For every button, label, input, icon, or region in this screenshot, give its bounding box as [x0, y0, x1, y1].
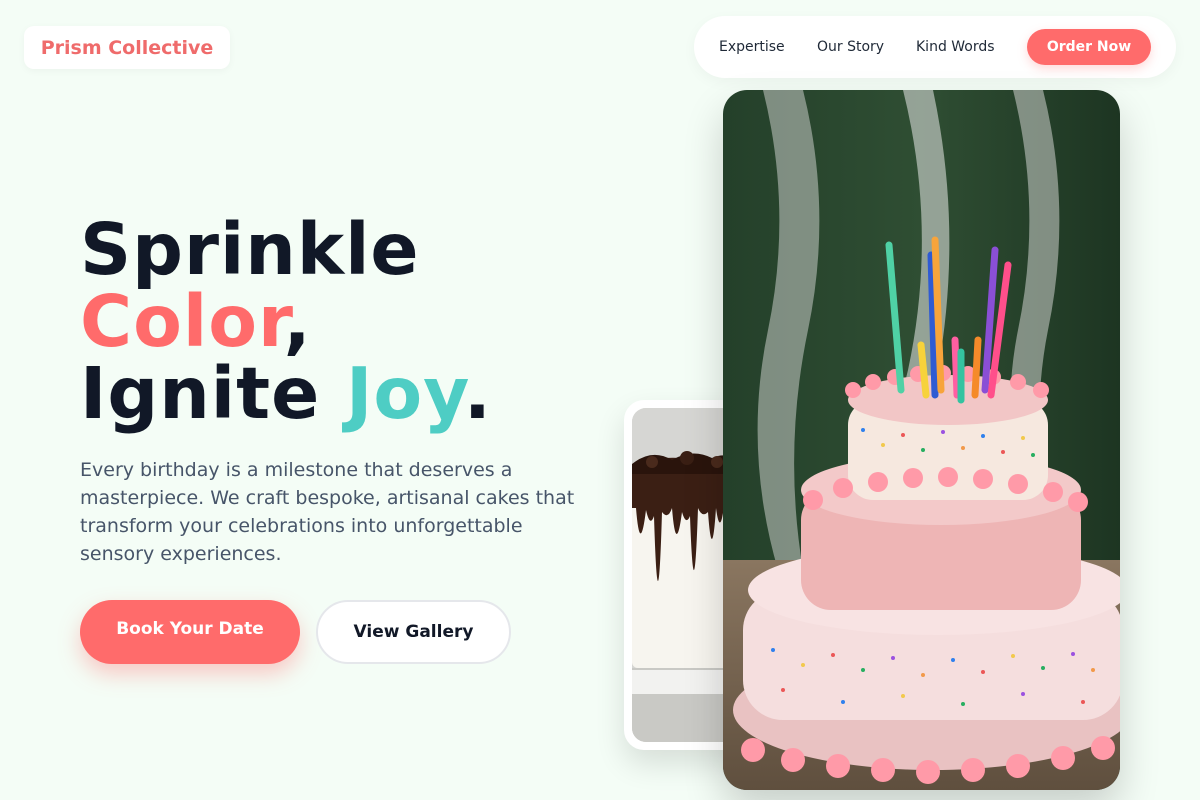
- main-nav: Expertise Our Story Kind Words Order Now: [694, 16, 1176, 78]
- brand-logo[interactable]: Prism Collective: [24, 26, 230, 69]
- featured-cake-image: [723, 90, 1120, 790]
- headline-accent-joy: Joy: [345, 352, 464, 435]
- headline-line-3-start: Ignite: [80, 352, 346, 435]
- headline-comma: ,: [283, 280, 312, 363]
- nav-link-kind-words[interactable]: Kind Words: [916, 16, 995, 78]
- headline-accent-color: Color: [80, 280, 284, 363]
- headline-line-1: Sprinkle: [80, 208, 420, 291]
- view-gallery-button[interactable]: View Gallery: [316, 600, 511, 664]
- nav-link-our-story[interactable]: Our Story: [817, 16, 884, 78]
- hero-headline: Sprinkle Color, Ignite Joy.: [80, 214, 492, 430]
- nav-link-expertise[interactable]: Expertise: [719, 16, 785, 78]
- headline-period: .: [463, 352, 492, 435]
- order-now-button[interactable]: Order Now: [1027, 29, 1151, 65]
- hero-description: Every birthday is a milestone that deser…: [80, 459, 575, 565]
- book-your-date-button[interactable]: Book Your Date: [80, 600, 300, 664]
